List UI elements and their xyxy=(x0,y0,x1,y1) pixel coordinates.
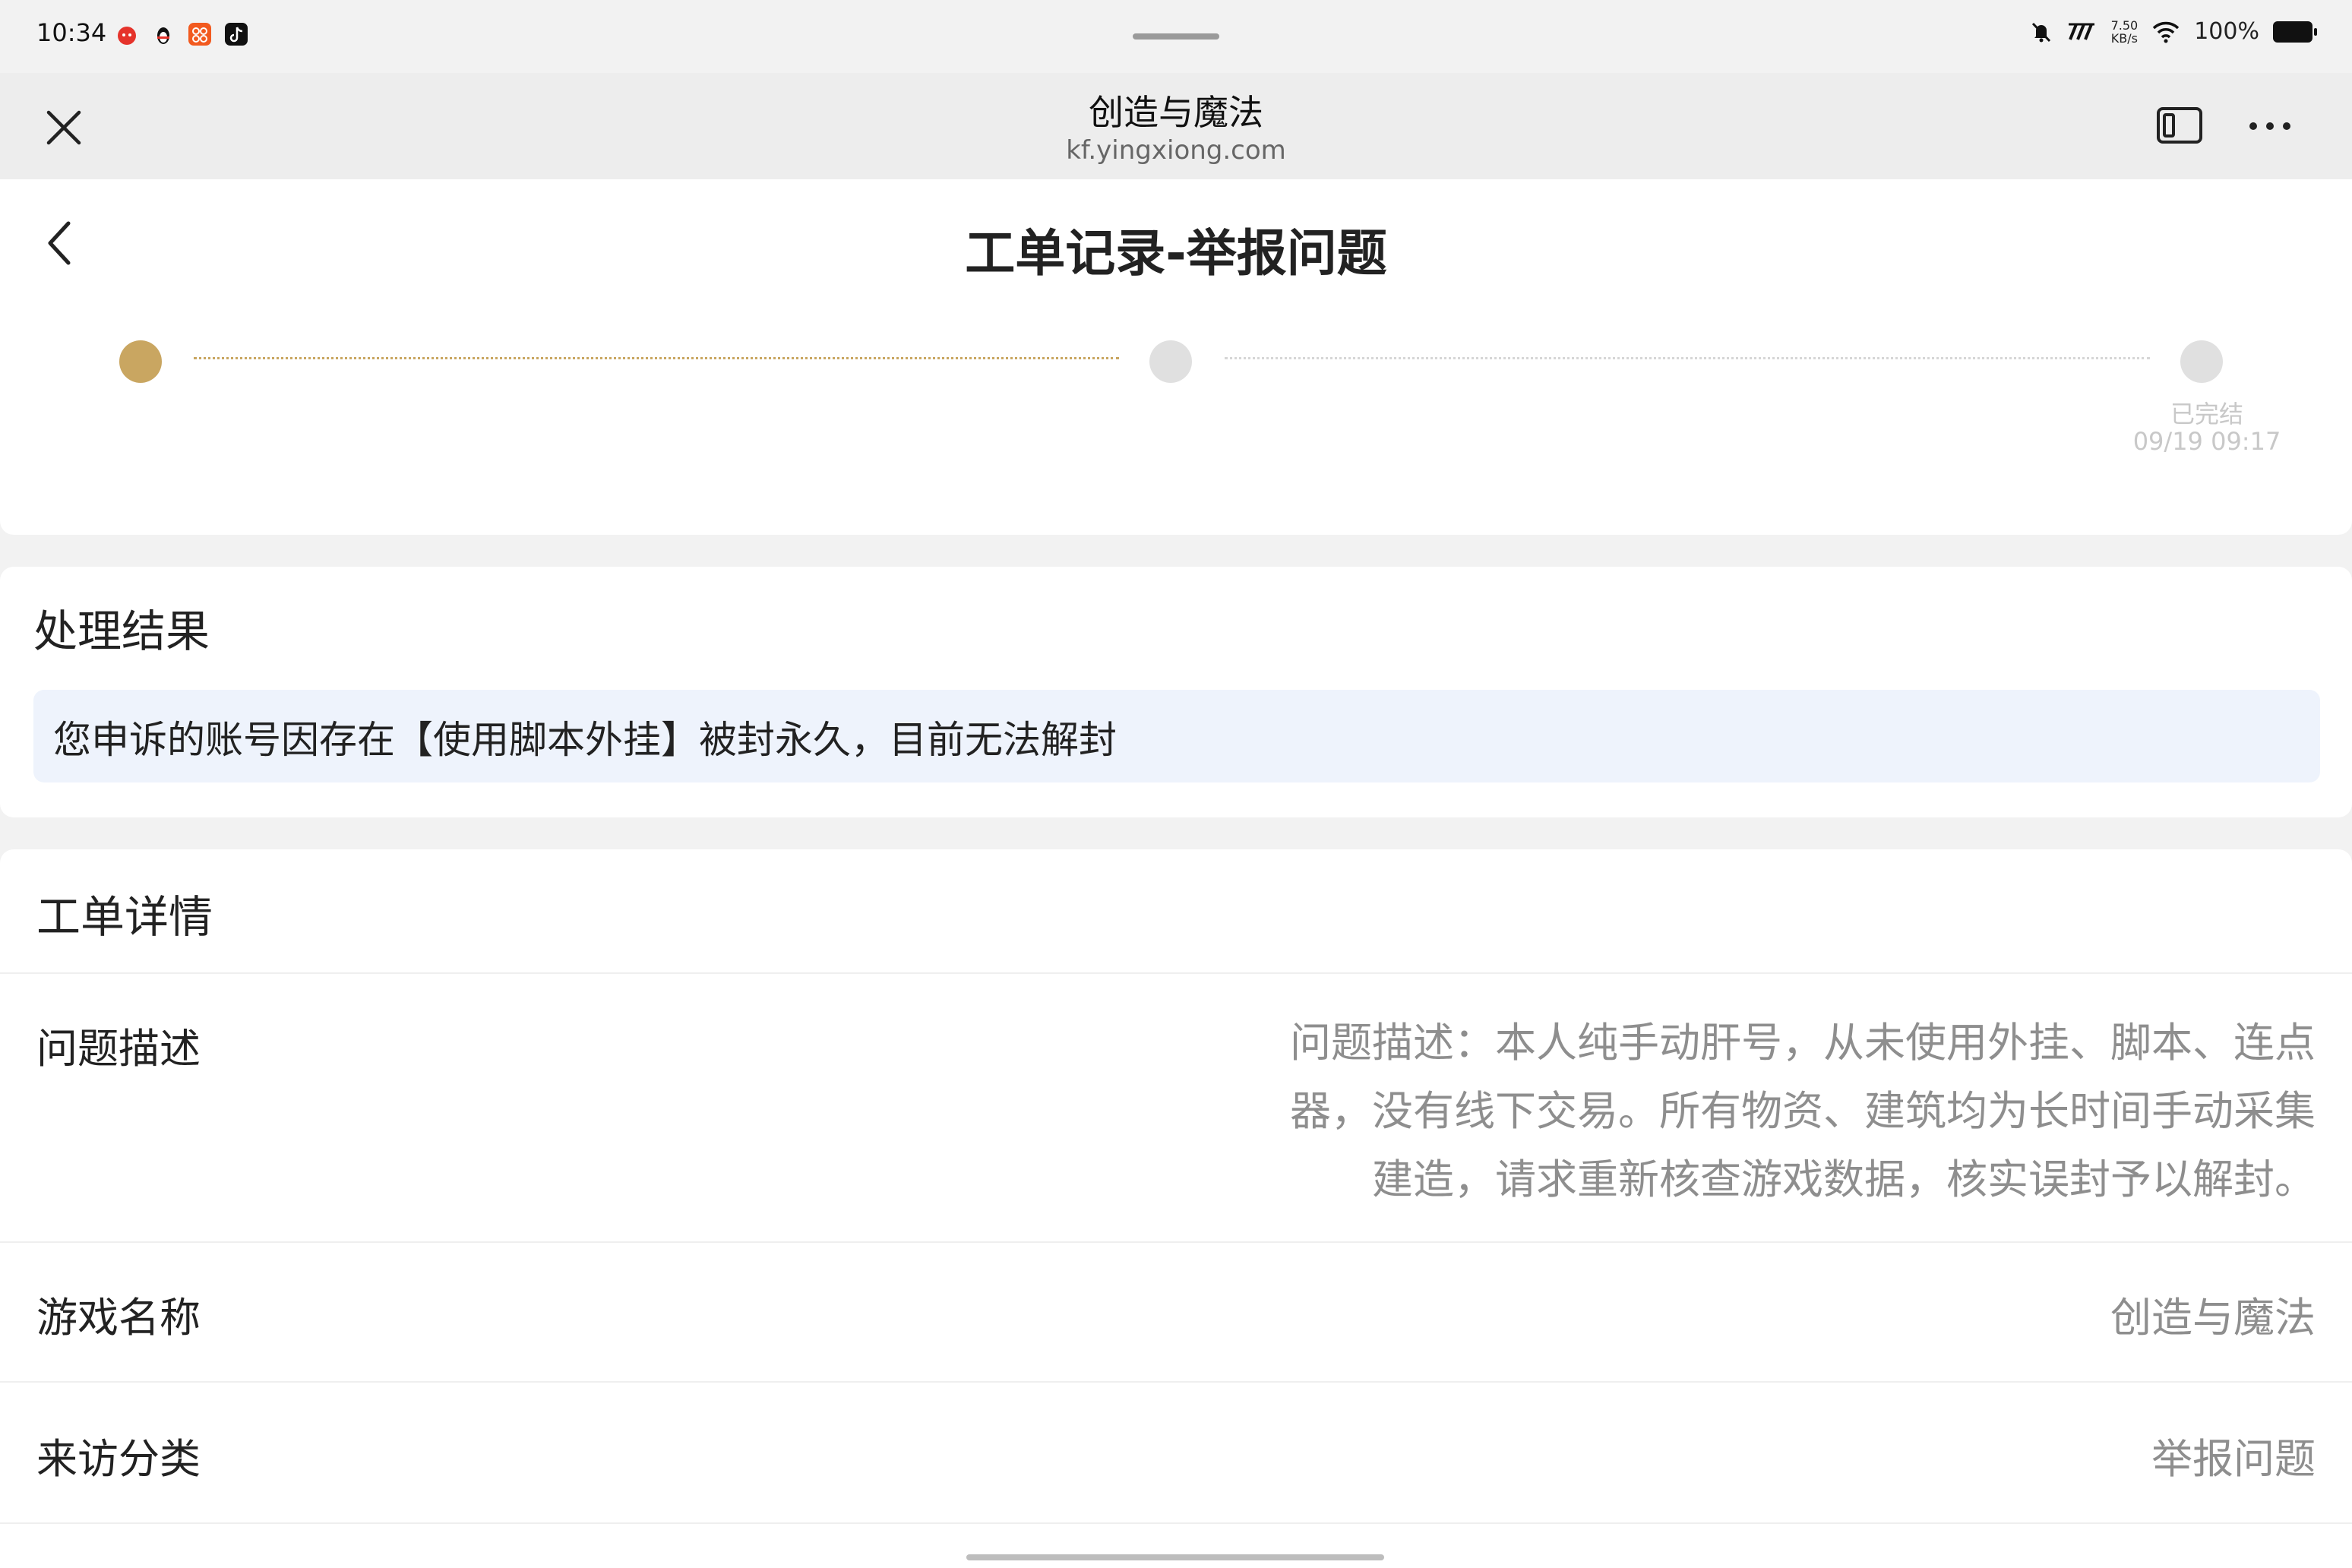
progress-connector-1 xyxy=(194,357,1119,359)
battery-percent: 100% xyxy=(2194,18,2259,45)
mute-bell-icon xyxy=(2031,22,2050,42)
result-message: 您申诉的账号因存在【使用脚本外挂】被封永久，目前无法解封 xyxy=(53,718,1117,762)
divider xyxy=(0,1241,2352,1243)
visit-category-value: 举报问题 xyxy=(2151,1435,2316,1483)
description-line: 建造，请求重新核查游戏数据，核实误封予以解封。 xyxy=(1372,1155,2316,1203)
page-title: 工单记录-举报问题 xyxy=(965,224,1387,283)
split-screen-icon[interactable] xyxy=(2156,106,2203,144)
battery-icon xyxy=(2273,21,2317,43)
app-icon-tiktok xyxy=(225,23,248,46)
home-indicator[interactable] xyxy=(966,1554,1384,1560)
signal-icon xyxy=(2068,23,2094,40)
app-icon-orange xyxy=(188,23,211,46)
window-drag-handle[interactable] xyxy=(1133,33,1219,40)
browser-url: kf.yingxiong.com xyxy=(1066,135,1286,166)
app-icon-penguin xyxy=(157,27,169,44)
divider xyxy=(0,1381,2352,1383)
network-speed: 7.50 KB/s xyxy=(2111,19,2139,45)
app-icon-red xyxy=(118,27,136,45)
progress-step-3-status: 已完结 xyxy=(2170,400,2243,428)
divider xyxy=(0,1522,2352,1524)
game-name-value: 创造与魔法 xyxy=(2110,1294,2316,1342)
description-line: 器，没有线下交易。所有物资、建筑均为长时间手动采集 xyxy=(1290,1087,2316,1135)
status-time: 10:34 xyxy=(36,18,107,47)
game-name-label: 游戏名称 xyxy=(36,1294,201,1342)
notification-icons xyxy=(114,21,249,47)
progress-step-1-dot xyxy=(119,340,162,383)
description-line: 问题描述：本人纯手动肝号，从未使用外挂、脚本、连点 xyxy=(1290,1019,2316,1067)
divider xyxy=(0,972,2352,974)
progress-connector-2 xyxy=(1225,357,2150,359)
browser-title: 创造与魔法 xyxy=(1089,92,1263,133)
description-label: 问题描述 xyxy=(36,1025,201,1073)
progress-step-2-dot xyxy=(1149,340,1192,383)
result-heading: 处理结果 xyxy=(33,605,210,657)
progress-step-3-dot xyxy=(2180,340,2223,383)
system-icons: 7.50 KB/s 100% xyxy=(2029,18,2317,45)
network-speed-unit: KB/s xyxy=(2110,30,2138,46)
visit-category-label: 来访分类 xyxy=(36,1435,201,1483)
network-speed-value: 7.50 xyxy=(2110,17,2139,33)
description-value: 问题描述：本人纯手动肝号，从未使用外挂、脚本、连点 器，没有线下交易。所有物资、… xyxy=(1170,1009,2316,1214)
detail-heading: 工单详情 xyxy=(36,891,213,943)
progress-step-3-time: 09/19 09:17 xyxy=(2132,427,2281,456)
wifi-icon xyxy=(2153,21,2180,43)
more-options-icon[interactable] xyxy=(2246,114,2294,138)
